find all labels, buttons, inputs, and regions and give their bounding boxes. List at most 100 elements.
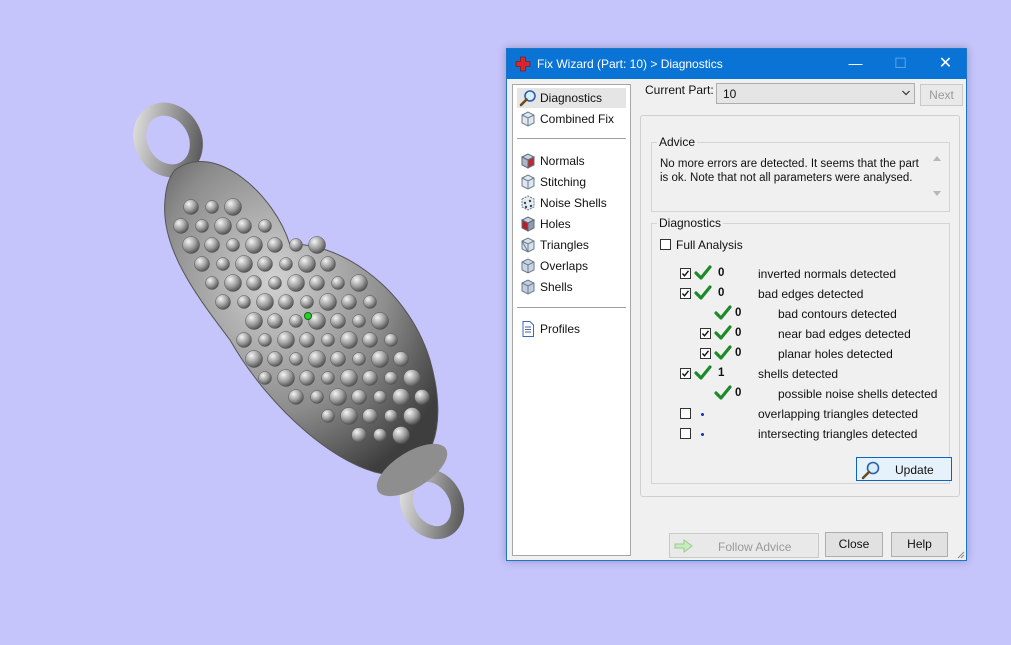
part-model[interactable] — [129, 99, 468, 542]
intersecting-triangles-checkbox[interactable] — [680, 428, 691, 439]
scroll-down-icon[interactable] — [933, 191, 941, 196]
bad-edges-checkbox[interactable] — [680, 288, 691, 299]
overlapping-triangles-checkbox[interactable] — [680, 408, 691, 419]
cube-icon — [521, 279, 535, 295]
model-bump — [299, 370, 315, 386]
follow-advice-button[interactable]: Follow Advice — [669, 533, 819, 558]
minimize-button[interactable]: — — [833, 49, 878, 79]
model-bump — [319, 293, 337, 311]
pending-dot-icon — [701, 433, 704, 436]
checkmark-icon — [681, 290, 690, 297]
inverted-normals-count: 0 — [718, 267, 725, 279]
model-bump — [204, 237, 220, 253]
near-bad-edges-checkbox[interactable] — [700, 328, 711, 339]
model-bump — [267, 237, 283, 253]
nav-item-combined-fix[interactable]: Combined Fix — [517, 109, 626, 129]
model-bump — [341, 294, 357, 310]
red-cross-icon — [515, 56, 531, 72]
update-button[interactable]: Update — [856, 457, 952, 481]
model-bump — [340, 331, 358, 349]
shells-checkbox[interactable] — [680, 368, 691, 379]
near-bad-edges-count: 0 — [735, 327, 742, 339]
nav-item-overlaps[interactable]: Overlaps — [517, 256, 626, 276]
model-bump — [329, 388, 347, 406]
checkmark-icon — [681, 270, 690, 277]
nav-item-stitching[interactable]: Stitching — [517, 172, 626, 192]
ok-check-icon — [714, 305, 732, 320]
ok-check-icon — [694, 365, 712, 380]
model-bump — [321, 333, 335, 347]
fix-wizard-dialog: Fix Wizard (Part: 10) > Diagnostics — ☐ … — [506, 48, 967, 561]
model-bump — [268, 276, 282, 290]
cube-red-face-icon — [520, 216, 536, 232]
model-bump — [403, 407, 421, 425]
bad-contours-count: 0 — [735, 307, 742, 319]
inverted-normals-checkbox[interactable] — [680, 268, 691, 279]
model-bump — [224, 198, 242, 216]
current-part-select[interactable]: 10 — [716, 83, 915, 104]
document-icon — [522, 321, 534, 337]
model-bump — [182, 236, 200, 254]
model-bump — [256, 293, 274, 311]
follow-advice-label: Follow Advice — [718, 540, 792, 554]
model-bump — [392, 426, 410, 444]
advice-text: No more errors are detected. It seems th… — [660, 158, 919, 184]
model-bump — [300, 295, 314, 309]
nav-item-noise-shells[interactable]: Noise Shells — [517, 193, 626, 213]
model-bump — [309, 275, 325, 291]
model-bump — [362, 332, 378, 348]
advice-scrollbar[interactable] — [931, 152, 943, 200]
nav-item-diagnostics[interactable]: Diagnostics — [517, 88, 626, 108]
shells-label: shells detected — [758, 367, 839, 381]
scroll-up-icon[interactable] — [933, 156, 941, 161]
maximize-button[interactable]: ☐ — [878, 49, 923, 79]
nav-item-holes[interactable]: Holes — [517, 214, 626, 234]
model-bump — [384, 409, 398, 423]
wizard-nav-list: Diagnostics Combined Fix Normals Stitchi… — [512, 84, 631, 556]
close-window-button[interactable]: ✕ — [923, 49, 968, 79]
model-bump — [289, 352, 303, 366]
model-bump — [373, 428, 387, 442]
model-bump — [215, 294, 231, 310]
ok-check-icon — [714, 345, 732, 360]
title-bar[interactable]: Fix Wizard (Part: 10) > Diagnostics — ☐ … — [507, 49, 966, 79]
model-bump — [371, 350, 389, 368]
advice-group: Advice No more errors are detected. It s… — [651, 135, 950, 212]
model-bump — [214, 217, 232, 235]
model-bump — [277, 369, 295, 387]
nav-item-triangles[interactable]: Triangles — [517, 235, 626, 255]
model-bump — [330, 351, 346, 367]
cube-icon — [521, 111, 535, 127]
model-bump — [279, 257, 293, 271]
nav-item-label: Shells — [540, 280, 573, 294]
model-bump — [320, 256, 336, 272]
model-bump — [226, 238, 240, 252]
planar-holes-label: planar holes detected — [778, 347, 893, 361]
3d-viewport[interactable] — [0, 0, 500, 645]
model-bump — [384, 371, 398, 385]
resize-grip-icon[interactable] — [955, 549, 965, 559]
nav-item-normals[interactable]: Normals — [517, 151, 626, 171]
planar-holes-checkbox[interactable] — [700, 348, 711, 359]
model-bump — [267, 351, 283, 367]
close-button[interactable]: Close — [825, 532, 883, 557]
model-bump — [321, 409, 335, 423]
model-bump — [392, 388, 410, 406]
next-button[interactable]: Next — [920, 84, 963, 106]
model-bump — [245, 236, 263, 254]
model-bump — [245, 350, 263, 368]
model-bump — [235, 255, 253, 273]
model-bump — [414, 389, 430, 405]
help-button[interactable]: Help — [891, 532, 948, 557]
nav-item-shells[interactable]: Shells — [517, 277, 626, 297]
full-analysis-label: Full Analysis — [676, 238, 743, 252]
model-bump — [350, 274, 368, 292]
full-analysis-checkbox[interactable] — [660, 239, 671, 250]
cube-red-face-icon — [520, 153, 536, 169]
current-part-label: Current Part: — [645, 83, 714, 97]
nav-item-profiles[interactable]: Profiles — [517, 319, 626, 339]
ok-check-icon — [694, 285, 712, 300]
pending-dot-icon — [701, 413, 704, 416]
model-bump — [236, 218, 252, 234]
model-bump — [194, 256, 210, 272]
